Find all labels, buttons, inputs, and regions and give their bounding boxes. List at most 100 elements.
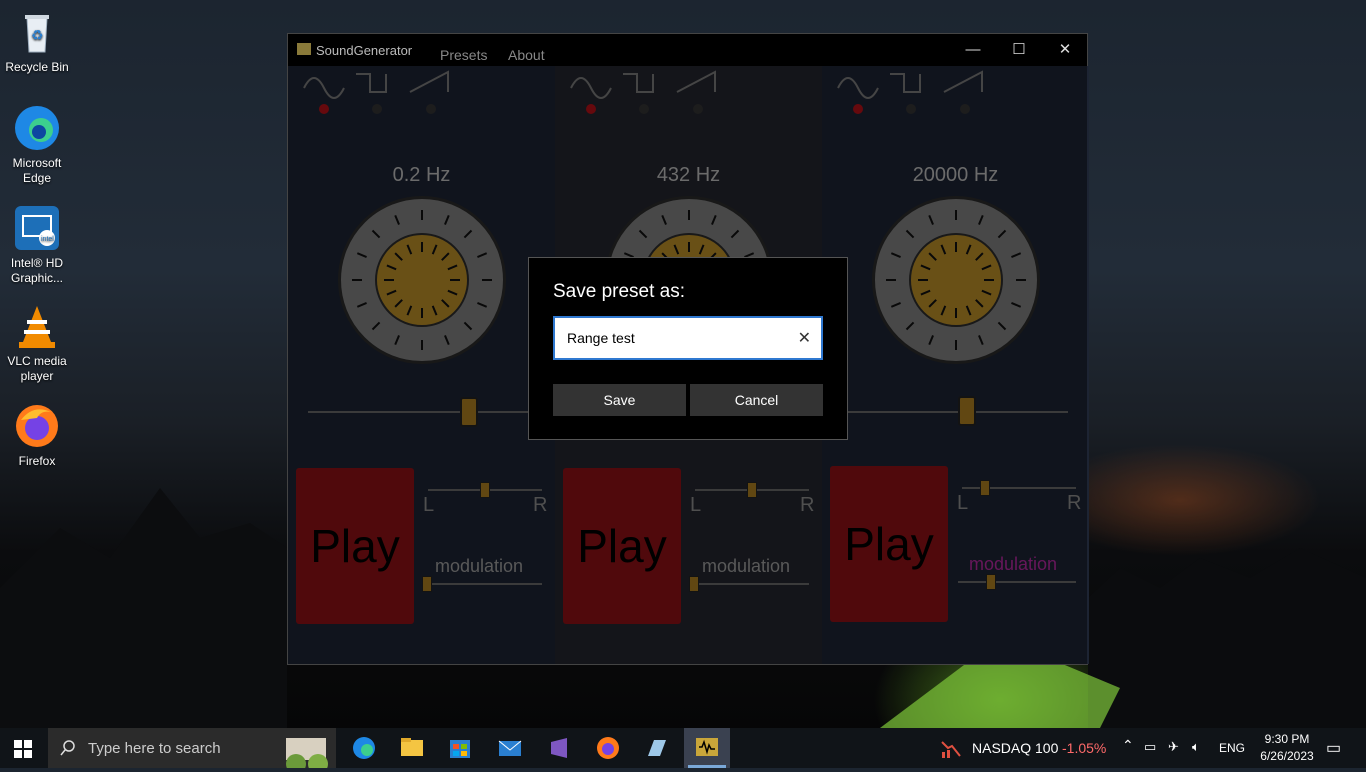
taskbar-mail[interactable] xyxy=(490,732,530,764)
modulation-slider-thumb[interactable] xyxy=(422,576,432,592)
knob-tick xyxy=(928,335,934,346)
taskbar-soundgenerator[interactable] xyxy=(684,728,730,768)
knob-tick xyxy=(444,335,450,346)
pan-slider-thumb[interactable] xyxy=(980,480,990,496)
chevron-up-icon[interactable]: ⌃ xyxy=(1122,737,1134,754)
taskbar-file-explorer[interactable] xyxy=(392,732,432,764)
menu-presets[interactable]: Presets xyxy=(440,47,487,63)
modulation-label: modulation xyxy=(702,556,791,576)
close-button[interactable]: ✕ xyxy=(1042,34,1088,66)
pan-left-label: L xyxy=(423,494,435,516)
battery-icon[interactable]: ▭ xyxy=(1144,739,1156,755)
frequency-slider-track[interactable] xyxy=(308,411,548,413)
knob-tick xyxy=(905,229,915,239)
clock-time[interactable]: 9:30 PM xyxy=(1262,732,1312,746)
minimize-button[interactable]: — xyxy=(950,34,996,66)
play-button[interactable]: Play xyxy=(830,466,948,622)
knob-tick xyxy=(997,321,1007,331)
title-bar[interactable]: SoundGenerator Presets About — ☐ ✕ xyxy=(288,34,1087,66)
stock-ticker-name[interactable]: NASDAQ 100 xyxy=(972,740,1058,756)
menu-about[interactable]: About xyxy=(508,47,545,63)
modulation-slider-thumb[interactable] xyxy=(986,574,996,590)
frequency-slider-thumb[interactable] xyxy=(958,396,976,426)
waveform-selector[interactable] xyxy=(302,68,472,118)
visual-studio-icon xyxy=(551,738,567,758)
clock-date[interactable]: 6/26/2023 xyxy=(1252,749,1322,763)
desktop-icon-label: Firefox xyxy=(18,454,56,468)
taskbar-firefox[interactable] xyxy=(588,732,628,764)
svg-text:♻: ♻ xyxy=(31,27,44,43)
preset-name-input[interactable] xyxy=(565,326,789,350)
taskbar-store[interactable] xyxy=(440,732,480,764)
pan-right-label: R xyxy=(533,494,548,516)
play-button[interactable]: Play xyxy=(563,468,681,624)
mail-icon xyxy=(498,740,522,756)
knob-tick xyxy=(978,214,984,225)
frequency-slider-thumb[interactable] xyxy=(460,397,478,427)
taskbar-app-generic[interactable] xyxy=(636,732,676,764)
app-logo-icon xyxy=(297,43,311,55)
stock-ticker-change[interactable]: -1.05% xyxy=(1062,740,1106,756)
modulation-label: modulation xyxy=(435,556,524,576)
taskbar-visual-studio[interactable] xyxy=(539,732,579,764)
frequency-display: 0.2 Hz xyxy=(392,164,451,186)
knob-tick xyxy=(441,252,450,261)
soundgenerator-icon xyxy=(688,738,726,768)
desktop-icon-intel-graphics[interactable]: intel Intel® HD Graphic... xyxy=(4,204,70,286)
airplane-mode-icon[interactable]: ✈ xyxy=(1168,739,1179,755)
language-indicator[interactable]: ENG xyxy=(1219,741,1245,755)
modulation-label: modulation xyxy=(969,554,1058,574)
knob-ticks xyxy=(352,210,492,350)
desktop-icon-firefox[interactable]: Firefox xyxy=(4,402,70,469)
desktop-icon-recycle-bin[interactable]: ♻ Recycle Bin xyxy=(4,8,70,75)
windows-start-icon[interactable] xyxy=(14,740,32,762)
desktop-icon-edge[interactable]: Microsoft Edge xyxy=(4,104,70,186)
maximize-button[interactable]: ☐ xyxy=(996,34,1042,66)
knob-tick xyxy=(920,264,931,271)
firefox-icon xyxy=(597,737,619,759)
modulation-slider-track[interactable] xyxy=(424,583,542,585)
modulation-slider-track[interactable] xyxy=(691,583,809,585)
knob-tick xyxy=(371,321,381,331)
frequency-slider-track[interactable] xyxy=(832,411,1068,413)
knob-tick xyxy=(890,252,901,258)
clear-icon[interactable]: ✕ xyxy=(798,328,811,347)
frequency-knob[interactable] xyxy=(872,196,1040,364)
knob-tick xyxy=(447,264,458,271)
pan-slider-thumb[interactable] xyxy=(480,482,490,498)
knob-tick xyxy=(463,321,473,331)
volume-icon[interactable]: 🔈︎ xyxy=(1192,739,1200,755)
knob-tick xyxy=(394,335,400,346)
preset-name-field[interactable]: ✕ xyxy=(553,316,823,360)
knob-tick xyxy=(431,244,438,255)
frequency-knob[interactable] xyxy=(338,196,506,364)
cancel-button[interactable]: Cancel xyxy=(690,384,823,416)
desktop-icon-label: VLC media player xyxy=(7,354,67,383)
taskbar-edge[interactable] xyxy=(344,732,384,764)
modulation-slider-track[interactable] xyxy=(958,581,1076,583)
vlc-cone-icon xyxy=(13,302,61,350)
knob-tick xyxy=(975,252,984,261)
knob-tick xyxy=(386,264,397,271)
edge-icon xyxy=(353,737,375,759)
waveform-selector[interactable] xyxy=(836,68,1006,118)
modulation-slider-thumb[interactable] xyxy=(689,576,699,592)
knob-tick xyxy=(463,229,473,239)
play-button[interactable]: Play xyxy=(296,468,414,624)
notification-icon[interactable]: ▭ xyxy=(1326,738,1341,758)
save-button[interactable]: Save xyxy=(553,384,686,416)
taskbar-search-box[interactable]: Type here to search xyxy=(48,728,336,768)
pan-slider-thumb[interactable] xyxy=(747,482,757,498)
pan-right-label: R xyxy=(800,494,815,516)
search-icon xyxy=(60,740,75,756)
pan-left-label: L xyxy=(690,494,702,516)
knob-tick xyxy=(981,264,992,271)
knob-tick xyxy=(394,214,400,225)
waveform-selector[interactable] xyxy=(569,68,739,118)
save-preset-dialog: Save preset as: ✕ Save Cancel xyxy=(528,257,848,440)
knob-tick xyxy=(477,302,488,308)
knob-tick xyxy=(1011,252,1022,258)
desktop-icon-vlc[interactable]: VLC media player xyxy=(4,302,70,384)
knob-tick xyxy=(981,289,992,296)
edge-icon xyxy=(13,104,61,152)
